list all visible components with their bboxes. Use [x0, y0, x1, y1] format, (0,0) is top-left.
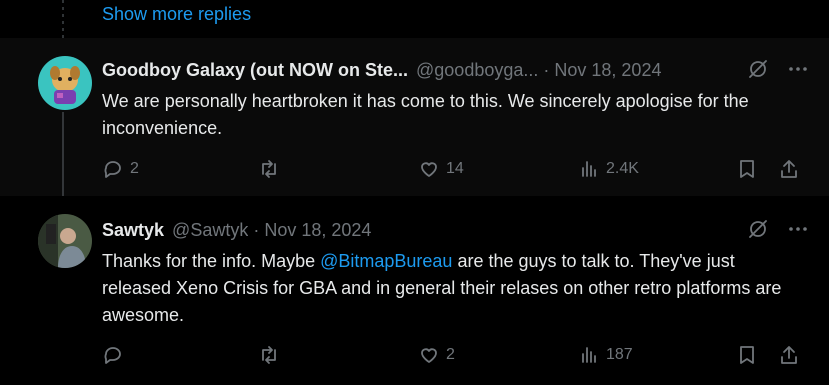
grok-icon[interactable]: [747, 218, 769, 240]
like-count: 14: [446, 160, 464, 177]
show-more-replies-link[interactable]: Show more replies: [102, 4, 251, 25]
share-button[interactable]: [778, 158, 800, 180]
views-button[interactable]: 2.4K: [578, 158, 639, 180]
reply-button[interactable]: [102, 344, 130, 366]
retweet-button[interactable]: [258, 344, 286, 366]
sawtyk-avatar-image: [38, 214, 92, 268]
more-icon[interactable]: [787, 218, 809, 240]
separator: ·: [253, 219, 260, 240]
share-button[interactable]: [778, 344, 800, 366]
bookmark-button[interactable]: [736, 158, 758, 180]
thread-line: [62, 112, 64, 196]
user-handle[interactable]: @goodboyga...: [416, 60, 538, 81]
share-icon: [781, 346, 797, 364]
avatar[interactable]: [38, 214, 92, 268]
action-bar: 2 14 2.4K: [102, 156, 803, 182]
goodboy-avatar-image: [38, 56, 92, 110]
display-name[interactable]: Sawtyk: [102, 220, 164, 241]
retweet-icon: [262, 160, 276, 178]
reply-button[interactable]: 2: [102, 158, 139, 180]
views-icon: [582, 347, 596, 363]
views-count: 2.4K: [606, 160, 639, 177]
like-icon: [421, 162, 437, 177]
share-icon: [781, 160, 797, 178]
user-handle[interactable]: @Sawtyk: [172, 220, 248, 241]
grok-icon[interactable]: [747, 58, 769, 80]
bookmark-icon: [740, 160, 754, 178]
header-icons: [747, 58, 809, 80]
like-count: 2: [446, 346, 455, 363]
tweet-text: We are personally heartbroken it has com…: [102, 91, 749, 138]
show-more-replies-row: Show more replies: [0, 0, 829, 38]
reply-icon: [104, 161, 121, 178]
reply-tweet[interactable]: Sawtyk @Sawtyk · Nov 18, 2024 Thanks for…: [0, 198, 829, 385]
display-name[interactable]: Goodboy Galaxy (out NOW on Ste...: [102, 60, 408, 81]
like-button[interactable]: 2: [418, 344, 455, 366]
reply-tweet[interactable]: Goodboy Galaxy (out NOW on Ste... @goodb…: [0, 38, 829, 196]
tweet-header: Goodboy Galaxy (out NOW on Ste... @goodb…: [102, 58, 809, 82]
views-button[interactable]: 187: [578, 344, 633, 366]
views-icon: [582, 161, 596, 177]
retweet-icon: [262, 346, 276, 364]
tweet-date[interactable]: Nov 18, 2024: [264, 220, 371, 241]
like-button[interactable]: 14: [418, 158, 464, 180]
like-icon: [421, 348, 437, 363]
reply-count: 2: [130, 160, 139, 177]
reply-icon: [104, 347, 121, 364]
bookmark-button[interactable]: [736, 344, 758, 366]
tweet-header: Sawtyk @Sawtyk · Nov 18, 2024: [102, 218, 809, 242]
tweet-text-start: Thanks for the info. Maybe: [102, 251, 321, 271]
thread-dots: [62, 0, 64, 38]
more-icon[interactable]: [787, 58, 809, 80]
retweet-button[interactable]: [258, 158, 286, 180]
views-count: 187: [606, 346, 633, 363]
tweet-date[interactable]: Nov 18, 2024: [554, 60, 661, 81]
avatar[interactable]: [38, 56, 92, 110]
separator: ·: [543, 59, 550, 80]
header-icons: [747, 218, 809, 240]
mention-link[interactable]: @BitmapBureau: [320, 251, 452, 271]
action-bar: 2 187: [102, 342, 803, 368]
bookmark-icon: [740, 346, 754, 364]
tweet-text: Thanks for the info. Maybe @BitmapBureau…: [102, 248, 802, 329]
